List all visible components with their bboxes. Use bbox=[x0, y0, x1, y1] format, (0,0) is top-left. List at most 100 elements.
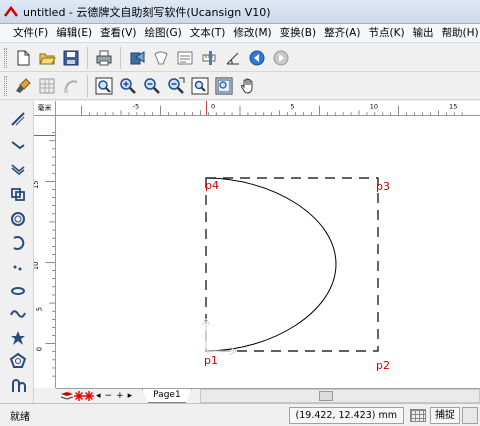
toolbar-separator bbox=[87, 46, 88, 69]
menu-output[interactable]: 输出 bbox=[409, 24, 438, 43]
pan-button[interactable] bbox=[237, 75, 259, 97]
measure-button[interactable] bbox=[198, 47, 220, 69]
grid-button[interactable] bbox=[36, 75, 58, 97]
save-button[interactable] bbox=[60, 47, 82, 69]
zoom-in-button[interactable] bbox=[117, 75, 139, 97]
v-tick-label: 0 bbox=[36, 347, 44, 351]
import-button[interactable] bbox=[126, 47, 148, 69]
menu-edit[interactable]: 编辑(E) bbox=[52, 24, 96, 43]
ruler-unit-label: 毫米 bbox=[34, 101, 56, 116]
shape-tool-icon bbox=[154, 51, 168, 64]
prev-page-button[interactable]: ◂ bbox=[96, 391, 101, 401]
cursor-coordinates: (19.422, 12.423) mm bbox=[288, 406, 404, 424]
angle-button[interactable] bbox=[222, 47, 244, 69]
curve-tool-icon bbox=[10, 310, 26, 318]
text-tool-icon bbox=[12, 379, 26, 392]
open-file-button[interactable] bbox=[36, 47, 58, 69]
printer-icon bbox=[96, 50, 112, 65]
text-tool-button[interactable] bbox=[7, 375, 29, 397]
forward-button[interactable] bbox=[270, 47, 292, 69]
menu-transform[interactable]: 变换(B) bbox=[276, 24, 320, 43]
brush-icon bbox=[16, 77, 31, 93]
red-star-icon[interactable] bbox=[74, 391, 84, 401]
ellipse-tool-button[interactable] bbox=[7, 208, 29, 230]
menu-arrange[interactable]: 整齐(A) bbox=[320, 24, 364, 43]
polygon-tool-icon bbox=[9, 352, 27, 368]
horizontal-scrollbar[interactable] bbox=[199, 389, 480, 403]
page-tabs-bar: ◂ − + ▸ Page1 bbox=[56, 388, 480, 403]
new-file-button[interactable] bbox=[12, 47, 34, 69]
next-page-button[interactable]: ▸ bbox=[128, 391, 133, 401]
arc-tool-button[interactable] bbox=[7, 232, 29, 254]
vertical-ruler[interactable]: 15 10 5 0 bbox=[34, 116, 56, 388]
status-text: 就绪 bbox=[10, 411, 30, 423]
toolbar-separator bbox=[120, 46, 121, 69]
menu-text[interactable]: 文本(T) bbox=[186, 24, 230, 43]
import-icon bbox=[130, 50, 145, 64]
line-tool-button[interactable] bbox=[7, 134, 29, 156]
left-toolbox bbox=[0, 101, 34, 403]
zoom-in-icon bbox=[120, 77, 136, 94]
h-tick-label: -5 bbox=[133, 102, 140, 110]
offset-tool-icon bbox=[11, 164, 25, 176]
rectangle-tool-button[interactable] bbox=[7, 183, 29, 205]
zoom-window-button[interactable] bbox=[93, 75, 115, 97]
back-button[interactable] bbox=[246, 47, 268, 69]
drawing-canvas[interactable]: p1 p2 p3 p4 bbox=[56, 116, 480, 388]
arc-shape[interactable] bbox=[205, 177, 337, 352]
paint-brush-button[interactable] bbox=[12, 75, 34, 97]
h-tick-label: 0 bbox=[211, 102, 215, 110]
horizontal-ruler[interactable]: -5 0 5 10 15 bbox=[56, 101, 480, 116]
v-tick-label: 15 bbox=[34, 181, 40, 190]
menu-draw[interactable]: 绘图(G) bbox=[140, 24, 185, 43]
curve-tool-button[interactable] bbox=[7, 303, 29, 325]
angle-icon bbox=[226, 52, 239, 64]
panel-button[interactable] bbox=[174, 47, 196, 69]
point-tool-button[interactable] bbox=[7, 256, 29, 278]
arc-tool-icon bbox=[13, 236, 25, 250]
title-bar: untitled - 云德牌文自助刻写软件(Ucansign V10) bbox=[0, 0, 480, 24]
status-extra-button[interactable] bbox=[462, 406, 478, 424]
zoom-out-icon bbox=[144, 77, 160, 94]
menu-modify[interactable]: 修改(M) bbox=[229, 24, 275, 43]
ruler-icon bbox=[202, 50, 216, 65]
zoom-out-button[interactable] bbox=[141, 75, 163, 97]
h-tick-label: 15 bbox=[449, 102, 457, 110]
menu-file[interactable]: 文件(F) bbox=[0, 24, 52, 43]
rectangle-tool-icon bbox=[11, 188, 25, 201]
status-bar: 就绪 (19.422, 12.423) mm 捕捉 bbox=[0, 403, 480, 426]
polygon-tool-button[interactable] bbox=[7, 350, 29, 372]
offset-tool-button[interactable] bbox=[7, 159, 29, 181]
remove-page-button[interactable]: − bbox=[105, 391, 113, 401]
spline-tool-button[interactable] bbox=[7, 279, 29, 301]
menu-help[interactable]: 帮助(H) bbox=[438, 24, 480, 43]
menu-bar: 文件(F) 编辑(E) 查看(V) 绘图(G) 文本(T) 修改(M) 变换(B… bbox=[0, 24, 480, 43]
point-label-p2: p2 bbox=[376, 359, 390, 372]
toolbar-grip[interactable] bbox=[4, 47, 7, 68]
zoom-fit-button[interactable] bbox=[165, 75, 187, 97]
zoom-all-button[interactable] bbox=[213, 75, 235, 97]
scroll-thumb[interactable] bbox=[318, 391, 333, 401]
node-edit-icon bbox=[64, 79, 78, 93]
vectorize-button[interactable] bbox=[150, 47, 172, 69]
zoom-page-button[interactable] bbox=[189, 75, 211, 97]
add-page-button[interactable]: + bbox=[116, 391, 124, 401]
toolbar-grip[interactable] bbox=[4, 75, 7, 96]
layers-icon[interactable] bbox=[60, 391, 74, 401]
snap-button[interactable]: 捕捉 bbox=[430, 406, 460, 424]
main-toolbar bbox=[0, 44, 480, 72]
point-label-p3: p3 bbox=[376, 180, 390, 193]
point-label-p4: p4 bbox=[205, 179, 219, 192]
zoom-all-icon bbox=[215, 77, 233, 94]
print-button[interactable] bbox=[93, 47, 115, 69]
tab-page1[interactable]: Page1 bbox=[142, 389, 192, 403]
select-tool-button[interactable] bbox=[7, 108, 29, 130]
node-edit-button[interactable] bbox=[60, 75, 82, 97]
menu-view[interactable]: 查看(V) bbox=[96, 24, 140, 43]
grid-toggle-icon[interactable] bbox=[410, 408, 426, 422]
menu-node[interactable]: 节点(K) bbox=[364, 24, 408, 43]
star-tool-button[interactable] bbox=[7, 327, 29, 349]
selection-bbox bbox=[205, 177, 379, 352]
red-star-icon-2[interactable] bbox=[84, 391, 94, 401]
point-tool-icon bbox=[13, 265, 22, 271]
